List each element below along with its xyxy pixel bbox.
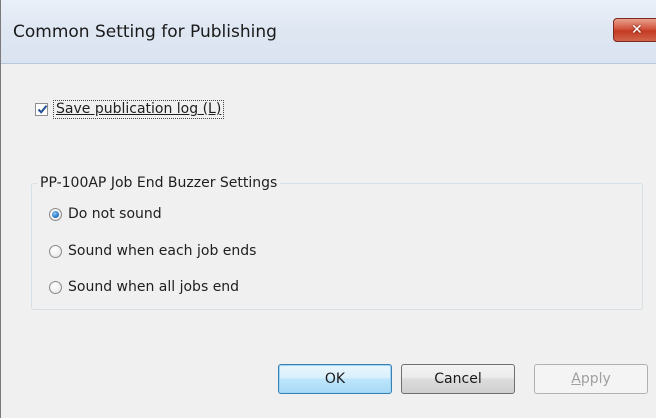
apply-button[interactable]: Apply: [534, 364, 648, 394]
apply-label-rest: pply: [580, 371, 611, 387]
buzzer-settings-legend: PP-100AP Job End Buzzer Settings: [37, 174, 281, 192]
radio-do-not-sound[interactable]: Do not sound: [49, 206, 162, 223]
radio-label-sound-all-jobs: Sound when all jobs end: [68, 279, 240, 295]
cancel-button[interactable]: Cancel: [401, 364, 515, 394]
save-log-checkbox[interactable]: [35, 103, 48, 116]
apply-accelerator: A: [571, 371, 581, 387]
radio-sound-each-job[interactable]: Sound when each job ends: [49, 243, 256, 260]
radio-button-selected[interactable]: [49, 208, 62, 221]
checkmark-icon: [37, 105, 48, 114]
window-title: Common Setting for Publishing: [13, 22, 277, 42]
save-log-label[interactable]: Save publication log (L): [53, 100, 225, 119]
radio-label-do-not-sound: Do not sound: [68, 206, 162, 222]
title-bar[interactable]: Common Setting for Publishing ✕: [1, 0, 656, 64]
dialog-window: Common Setting for Publishing ✕ Save pub…: [0, 0, 656, 418]
radio-button[interactable]: [49, 281, 62, 294]
radio-button[interactable]: [49, 245, 62, 258]
radio-sound-all-jobs[interactable]: Sound when all jobs end: [49, 279, 239, 296]
close-button[interactable]: ✕: [613, 18, 656, 42]
ok-button[interactable]: OK: [278, 364, 392, 394]
save-log-checkbox-row[interactable]: Save publication log (L): [35, 100, 225, 119]
close-icon: ✕: [631, 22, 643, 38]
radio-label-sound-each-job: Sound when each job ends: [68, 243, 257, 259]
